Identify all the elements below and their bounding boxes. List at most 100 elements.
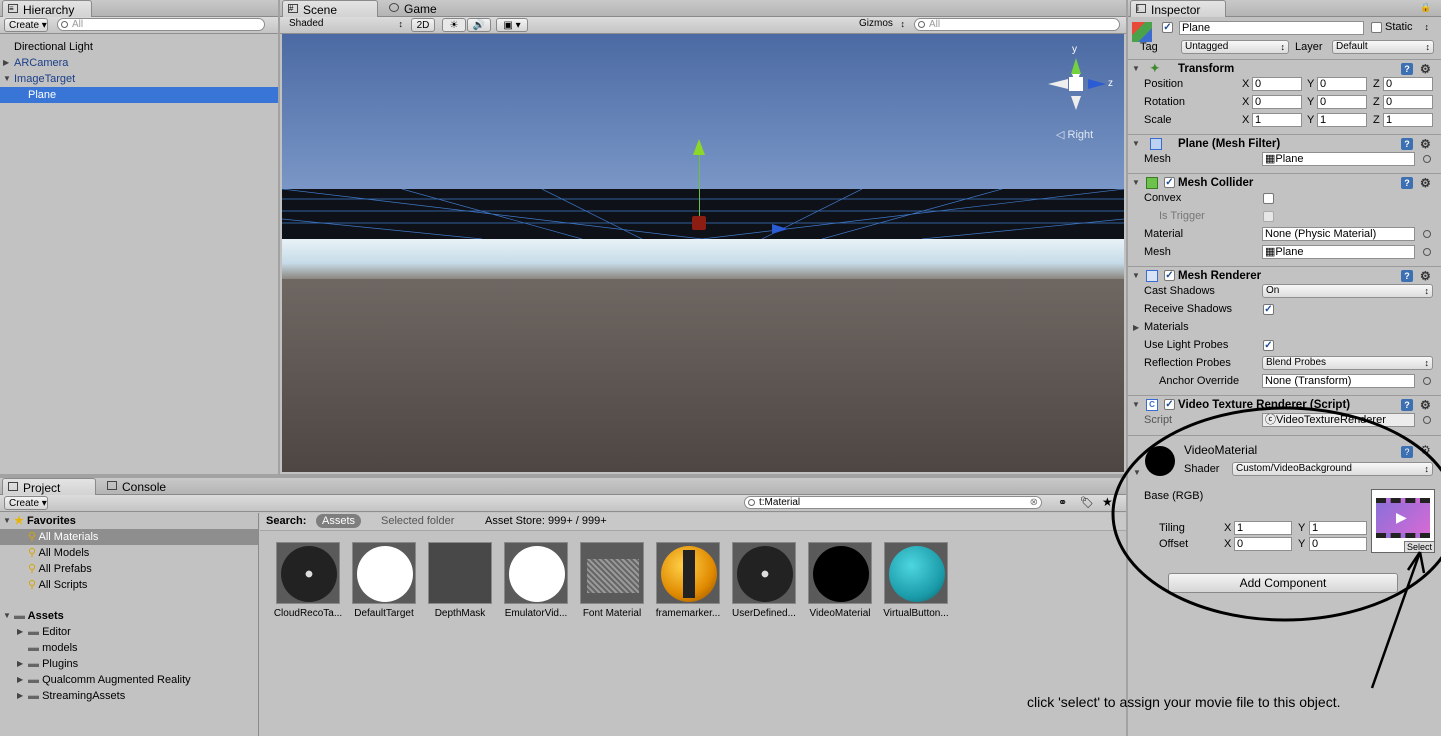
mesh-renderer-header[interactable]: ▼ ✓ Mesh Renderer ? ⚙ xyxy=(1128,266,1441,284)
object-picker-icon[interactable] xyxy=(1423,248,1431,256)
anchor-override-field[interactable]: None (Transform) xyxy=(1262,374,1415,388)
audio-toggle-icon[interactable]: 🔊 xyxy=(467,18,491,32)
expand-arrow-icon[interactable]: ▶ xyxy=(17,656,23,672)
hierarchy-search-input[interactable]: All xyxy=(57,18,265,31)
mesh-collider-header[interactable]: ▼ ✓ Mesh Collider ? ⚙ xyxy=(1128,173,1441,191)
static-dropdown[interactable] xyxy=(1418,21,1432,35)
reflection-probes-dropdown[interactable]: Blend Probes xyxy=(1262,356,1433,370)
scope-selected-folder-button[interactable]: Selected folder xyxy=(381,515,454,527)
material-thumb-cloudreco[interactable] xyxy=(276,542,340,604)
hierarchy-item-arcamera[interactable]: ▶ ARCamera xyxy=(0,55,278,71)
scale-z-field[interactable]: 1 xyxy=(1383,113,1433,127)
collapse-arrow-icon[interactable]: ▼ xyxy=(1132,174,1140,192)
create-button[interactable]: Create ▾ xyxy=(4,18,48,32)
collapse-arrow-icon[interactable]: ▼ xyxy=(3,71,11,87)
tag-dropdown[interactable]: Untagged xyxy=(1181,40,1289,54)
material-thumb-defaulttarget[interactable] xyxy=(352,542,416,604)
gizmo-center-handle[interactable] xyxy=(692,216,706,230)
physic-material-field[interactable]: None (Physic Material) xyxy=(1262,227,1415,241)
layer-dropdown[interactable]: Default xyxy=(1332,40,1434,54)
2d-toggle[interactable]: 2D xyxy=(411,18,435,32)
collider-mesh-field[interactable]: ▦Plane xyxy=(1262,245,1415,259)
expand-arrow-icon[interactable]: ▶ xyxy=(1133,323,1139,332)
tab-project[interactable]: Project xyxy=(2,478,96,495)
collapse-arrow-icon[interactable]: ▼ xyxy=(3,608,11,624)
gizmo-z-arrow-icon[interactable] xyxy=(772,224,788,234)
receive-shadows-checkbox[interactable]: ✓ xyxy=(1263,304,1274,315)
filter-by-type-icon[interactable]: ⚭ xyxy=(1058,496,1067,509)
position-z-field[interactable]: 0 xyxy=(1383,77,1433,91)
material-thumb-videomaterial[interactable] xyxy=(808,542,872,604)
position-y-field[interactable]: 0 xyxy=(1317,77,1367,91)
collapse-arrow-icon[interactable]: ▼ xyxy=(1132,135,1140,153)
expand-arrow-icon[interactable]: ▶ xyxy=(17,624,23,640)
gear-icon[interactable]: ⚙ xyxy=(1420,267,1431,285)
assets-header[interactable]: ▼ ▬ Assets xyxy=(0,608,258,624)
material-thumb-depthmask[interactable] xyxy=(428,542,492,604)
folder-item-models[interactable]: ▬ models xyxy=(0,640,258,656)
cast-shadows-dropdown[interactable]: On xyxy=(1262,284,1433,298)
scope-assets-button[interactable]: Assets xyxy=(316,514,362,528)
favorite-item-all-prefabs[interactable]: ⚲ All Prefabs xyxy=(0,561,258,577)
material-thumb-framemarker[interactable] xyxy=(656,542,720,604)
material-thumb-emulatorvideo[interactable] xyxy=(504,542,568,604)
hierarchy-item-imagetarget[interactable]: ▼ ImageTarget xyxy=(0,71,278,87)
gear-icon[interactable]: ⚙ xyxy=(1420,174,1431,192)
gear-icon[interactable]: ⚙ xyxy=(1420,135,1431,153)
folder-item-editor[interactable]: ▶ ▬ Editor xyxy=(0,624,258,640)
scene-viewport[interactable]: y z ◁ Right xyxy=(282,34,1124,472)
materials-label[interactable]: Materials xyxy=(1144,321,1189,333)
lighting-toggle-icon[interactable]: ☀ xyxy=(442,18,466,32)
tab-scene[interactable]: # Scene xyxy=(282,0,378,17)
help-icon[interactable]: ? xyxy=(1401,177,1413,189)
hierarchy-item-directional-light[interactable]: Directional Light xyxy=(0,39,278,55)
asset-store-results[interactable]: Asset Store: 999+ / 999+ xyxy=(485,515,607,527)
gear-icon[interactable]: ⚙ xyxy=(1420,60,1431,78)
folder-item-qualcomm[interactable]: ▶ ▬ Qualcomm Augmented Reality xyxy=(0,672,258,688)
folder-item-streamingassets[interactable]: ▶ ▬ StreamingAssets xyxy=(0,688,258,704)
object-picker-icon[interactable] xyxy=(1423,155,1431,163)
tab-inspector[interactable]: i Inspector xyxy=(1130,0,1226,17)
static-checkbox[interactable] xyxy=(1371,22,1382,33)
project-search-input[interactable]: t:Material ⊗ xyxy=(744,496,1042,509)
create-button[interactable]: Create ▾ xyxy=(4,496,48,510)
gizmo-y-arrow-icon[interactable] xyxy=(693,139,705,155)
expand-arrow-icon[interactable]: ▶ xyxy=(17,688,23,704)
material-thumb-userdefined[interactable] xyxy=(732,542,796,604)
object-picker-icon[interactable] xyxy=(1423,230,1431,238)
favorite-item-all-scripts[interactable]: ⚲ All Scripts xyxy=(0,577,258,593)
shading-mode-dropdown[interactable]: Shaded xyxy=(286,18,406,32)
expand-arrow-icon[interactable]: ▶ xyxy=(3,55,9,71)
help-icon[interactable]: ? xyxy=(1401,63,1413,75)
favorite-item-all-models[interactable]: ⚲ All Models xyxy=(0,545,258,561)
tab-game[interactable]: Game xyxy=(384,0,464,17)
tab-hierarchy[interactable]: ≡ Hierarchy xyxy=(2,0,92,17)
use-light-probes-checkbox[interactable]: ✓ xyxy=(1263,340,1274,351)
clear-search-icon[interactable]: ⊗ xyxy=(1030,497,1038,508)
collapse-arrow-icon[interactable]: ▼ xyxy=(1132,60,1140,78)
position-x-field[interactable]: 0 xyxy=(1252,77,1302,91)
tab-console[interactable]: Console xyxy=(102,478,192,495)
rotation-z-field[interactable]: 0 xyxy=(1383,95,1433,109)
active-checkbox[interactable]: ✓ xyxy=(1162,22,1173,33)
material-thumb-virtualbutton[interactable] xyxy=(884,542,948,604)
mesh-collider-enabled-checkbox[interactable]: ✓ xyxy=(1164,177,1175,188)
folder-item-plugins[interactable]: ▶ ▬ Plugins xyxy=(0,656,258,672)
mesh-field[interactable]: ▦Plane xyxy=(1262,152,1415,166)
expand-arrow-icon[interactable]: ▶ xyxy=(17,672,23,688)
transform-header[interactable]: ▼ ✦ Transform ? ⚙ xyxy=(1128,59,1441,77)
object-picker-icon[interactable] xyxy=(1423,377,1431,385)
object-name-field[interactable]: Plane xyxy=(1179,21,1364,35)
convex-checkbox[interactable] xyxy=(1263,193,1274,204)
lock-icon[interactable]: 🔒 xyxy=(1420,2,1431,13)
scene-search-input[interactable]: All xyxy=(914,18,1120,31)
rotation-x-field[interactable]: 0 xyxy=(1252,95,1302,109)
help-icon[interactable]: ? xyxy=(1401,270,1413,282)
help-icon[interactable]: ? xyxy=(1401,138,1413,150)
effects-toggle-icon[interactable]: ▣ ▾ xyxy=(496,18,528,32)
rotation-y-field[interactable]: 0 xyxy=(1317,95,1367,109)
hierarchy-item-plane[interactable]: Plane xyxy=(0,87,278,103)
scale-y-field[interactable]: 1 xyxy=(1317,113,1367,127)
mesh-filter-header[interactable]: ▼ Plane (Mesh Filter) ? ⚙ xyxy=(1128,134,1441,152)
gizmos-dropdown[interactable]: Gizmos xyxy=(856,18,908,32)
